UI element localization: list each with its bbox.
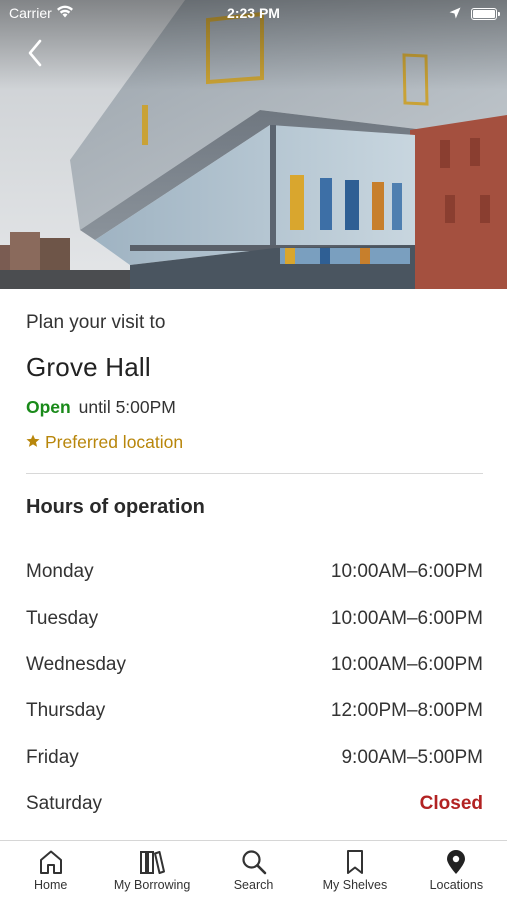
hours-heading: Hours of operation [26,496,205,518]
hours-closed: Closed [419,793,483,815]
divider [26,473,483,474]
open-until: until 5:00PM [78,397,176,417]
status-bar: Carrier 2:23 PM [0,0,507,28]
chevron-left-icon [28,39,42,67]
tab-label: My Borrowing [113,878,191,892]
location-arrow-icon [449,6,461,22]
tab-home[interactable]: Home [0,841,101,900]
hours-row-wednesday: Wednesday 10:00AM–6:00PM [26,642,483,688]
hours-day: Friday [26,746,79,768]
hours-day: Tuesday [26,607,99,629]
tab-label: Home [34,878,68,892]
hours-time: 10:00AM–6:00PM [330,561,483,583]
hours-time: 10:00AM–6:00PM [330,607,483,629]
plan-visit-label: Plan your visit to [26,312,166,333]
hours-day: Wednesday [26,653,126,675]
tab-search[interactable]: Search [203,841,304,900]
hours-row-saturday: Saturday Closed [26,781,483,827]
tab-my-borrowing[interactable]: My Borrowing [101,841,202,900]
hours-day: Thursday [26,700,106,722]
open-status: Open [26,397,71,417]
status-time: 2:23 PM [227,5,280,21]
bookmark-icon [346,850,363,874]
star-icon [26,432,40,453]
tab-locations[interactable]: Locations [406,841,507,900]
hours-time: 12:00PM–8:00PM [330,700,483,722]
tab-label: Locations [429,878,484,892]
hours-time: 9:00AM–5:00PM [341,746,483,768]
location-pin-icon [447,850,466,874]
battery-icon [471,8,500,20]
open-status-line: Open until 5:00PM [26,397,483,418]
tab-label: Search [233,878,274,892]
tab-bar: Home My Borrowing Search My Shelves Loca… [0,840,507,900]
hours-time: 10:00AM–6:00PM [330,653,483,675]
hours-row-monday: Monday 10:00AM–6:00PM [26,549,483,595]
books-icon [140,851,166,874]
hours-day: Monday [26,561,94,583]
hours-day: Saturday [26,793,103,815]
home-icon [39,850,62,874]
location-name: Grove Hall [26,352,151,382]
preferred-location-badge: Preferred location [26,432,483,453]
hours-row-thursday: Thursday 12:00PM–8:00PM [26,688,483,734]
hours-row-friday: Friday 9:00AM–5:00PM [26,735,483,781]
preferred-location-label: Preferred location [45,432,184,452]
hours-list: Monday 10:00AM–6:00PM Tuesday 10:00AM–6:… [26,549,483,827]
location-photo [0,0,507,289]
back-button[interactable] [20,36,50,70]
search-icon [241,850,266,875]
tab-label: My Shelves [322,878,388,892]
location-details: Plan your visit to Grove Hall Open until… [26,289,483,827]
tab-my-shelves[interactable]: My Shelves [304,841,405,900]
hours-row-tuesday: Tuesday 10:00AM–6:00PM [26,595,483,641]
